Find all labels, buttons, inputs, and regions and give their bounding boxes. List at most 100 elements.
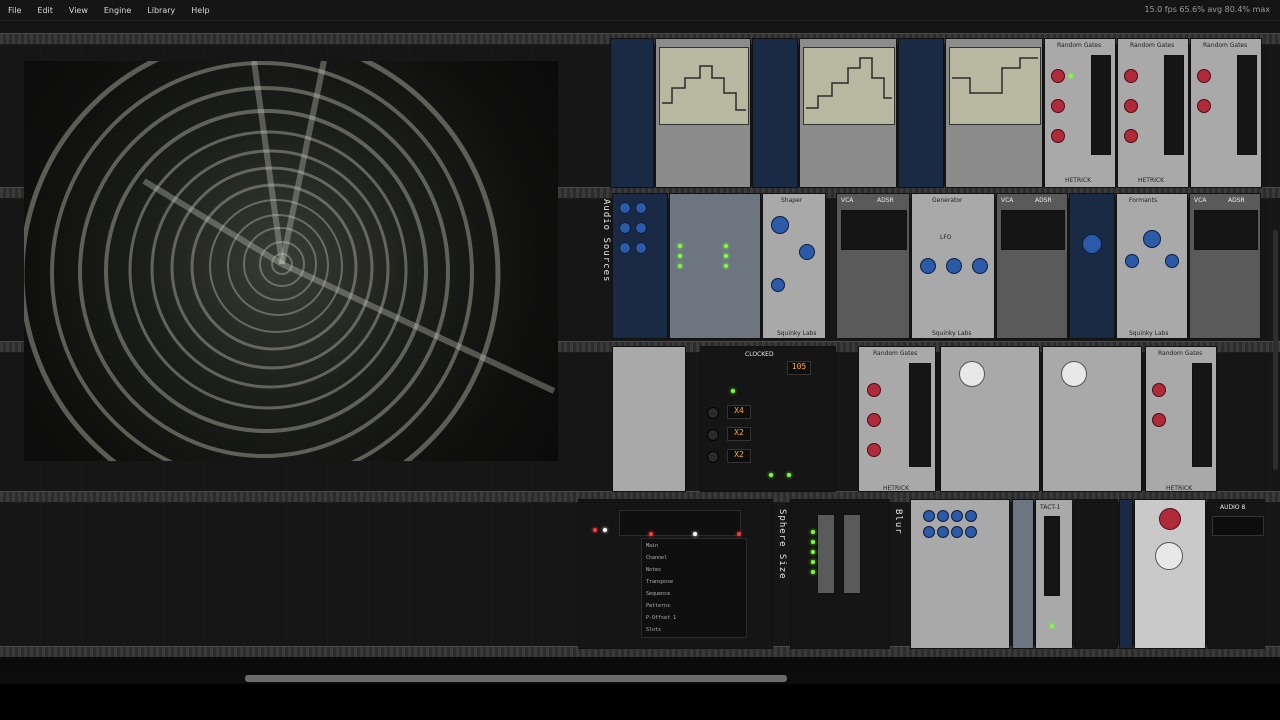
menu-view[interactable]: View [61,6,96,15]
module-title: TACT-1 [1040,504,1061,511]
lfo-label: LFO [940,234,952,241]
knob[interactable] [1124,99,1138,113]
level-led [811,570,815,574]
knob[interactable] [635,242,647,254]
menu-engine[interactable]: Engine [96,6,139,15]
module-title: Formants [1129,197,1158,204]
knob[interactable] [946,258,962,274]
knob[interactable] [937,526,949,538]
module-title: Random Gates [1130,42,1175,49]
knob[interactable] [1152,413,1166,427]
menu-library[interactable]: Library [139,6,183,15]
sequencer-row[interactable]: Slots [646,627,661,633]
brand-label: HETRICK [1065,177,1092,184]
brand-label: HETRICK [883,485,910,492]
menu-bar: File Edit View Engine Library Help 15.0 … [0,0,1280,21]
knob[interactable] [920,258,936,274]
knob[interactable] [1051,99,1065,113]
knob[interactable] [1125,254,1139,268]
knob[interactable] [972,258,988,274]
knob[interactable] [1051,69,1065,83]
menu-help[interactable]: Help [183,6,217,15]
scope-display [803,47,895,125]
knob[interactable] [619,222,631,234]
module-sequencer-1 [610,38,654,188]
knob[interactable] [1061,361,1087,387]
knob[interactable] [707,407,719,419]
knob[interactable] [1197,99,1211,113]
knob[interactable] [771,278,785,292]
sequencer-row[interactable]: Sequence [646,591,670,597]
module-quantizer-1 [940,346,1040,492]
fader-slot[interactable] [843,514,861,594]
menu-edit[interactable]: Edit [29,6,61,15]
touch-strip[interactable] [1044,516,1060,596]
knob[interactable] [923,526,935,538]
knob[interactable] [867,443,881,457]
knob[interactable] [959,361,985,387]
output-column [1192,363,1212,467]
knob[interactable] [1124,129,1138,143]
module-audio-8: AUDIO 8 [1207,499,1265,649]
knob[interactable] [867,413,881,427]
ratio-display-2: X2 [727,427,751,441]
sequencer-row[interactable]: Main [646,543,658,549]
module-scope-1 [655,38,751,188]
module-title: Generator [932,197,963,204]
output-column [1091,55,1111,155]
level-led [724,244,728,248]
step-led [649,532,653,536]
status-led [603,528,607,532]
output-column [1237,55,1257,155]
knob[interactable] [771,216,789,234]
module-sequencer-3 [898,38,944,188]
knob[interactable] [619,242,631,254]
sequencer-row[interactable]: P-Offset 1 [646,615,676,621]
menu-file[interactable]: File [0,6,29,15]
scope-trace [952,57,1038,94]
knob[interactable] [923,510,935,522]
module-rack[interactable]: Audio Sources Sphere Size Blur Random Ga… [0,21,1280,657]
sequencer-row[interactable]: Channel [646,555,667,561]
brand-label: Squinky Labs [777,330,817,337]
knob[interactable] [707,451,719,463]
module-mixer-2 [669,193,761,339]
knob[interactable] [965,510,977,522]
module-tact: TACT-1 [1035,499,1073,649]
knob[interactable] [1155,542,1183,570]
module-lfo-bank [612,346,686,492]
knob[interactable] [1152,383,1166,397]
knob[interactable] [707,429,719,441]
knob[interactable] [1159,508,1181,530]
knob[interactable] [619,202,631,214]
knob[interactable] [635,222,647,234]
knob[interactable] [951,526,963,538]
spiral-image [24,61,556,461]
knob[interactable] [799,244,815,260]
module-random-gates-1: Random Gates HETRICK [1044,38,1116,188]
knob[interactable] [1143,230,1161,248]
vertical-scrollbar-thumb[interactable] [1273,230,1278,470]
fader-slot[interactable] [817,514,835,594]
gate-led [1069,74,1073,78]
scope-display [659,47,749,125]
knob[interactable] [1124,69,1138,83]
knob[interactable] [965,526,977,538]
sequencer-row[interactable]: Notes [646,567,661,573]
knob[interactable] [1197,69,1211,83]
horizontal-scrollbar-thumb[interactable] [245,675,787,682]
knob[interactable] [635,202,647,214]
level-led [724,264,728,268]
level-led [724,254,728,258]
sequencer-row[interactable]: Patterns [646,603,670,609]
module-formants: Formants Squinky Labs [1116,193,1188,339]
knob[interactable] [1165,254,1179,268]
sequencer-row[interactable]: Transpose [646,579,673,585]
knob[interactable] [1082,234,1102,254]
knob[interactable] [951,510,963,522]
module-title: ADSR [1035,197,1052,204]
knob[interactable] [937,510,949,522]
knob[interactable] [867,383,881,397]
knob[interactable] [1051,129,1065,143]
performance-status: 15.0 fps 65.6% avg 80.4% max [1144,5,1270,14]
